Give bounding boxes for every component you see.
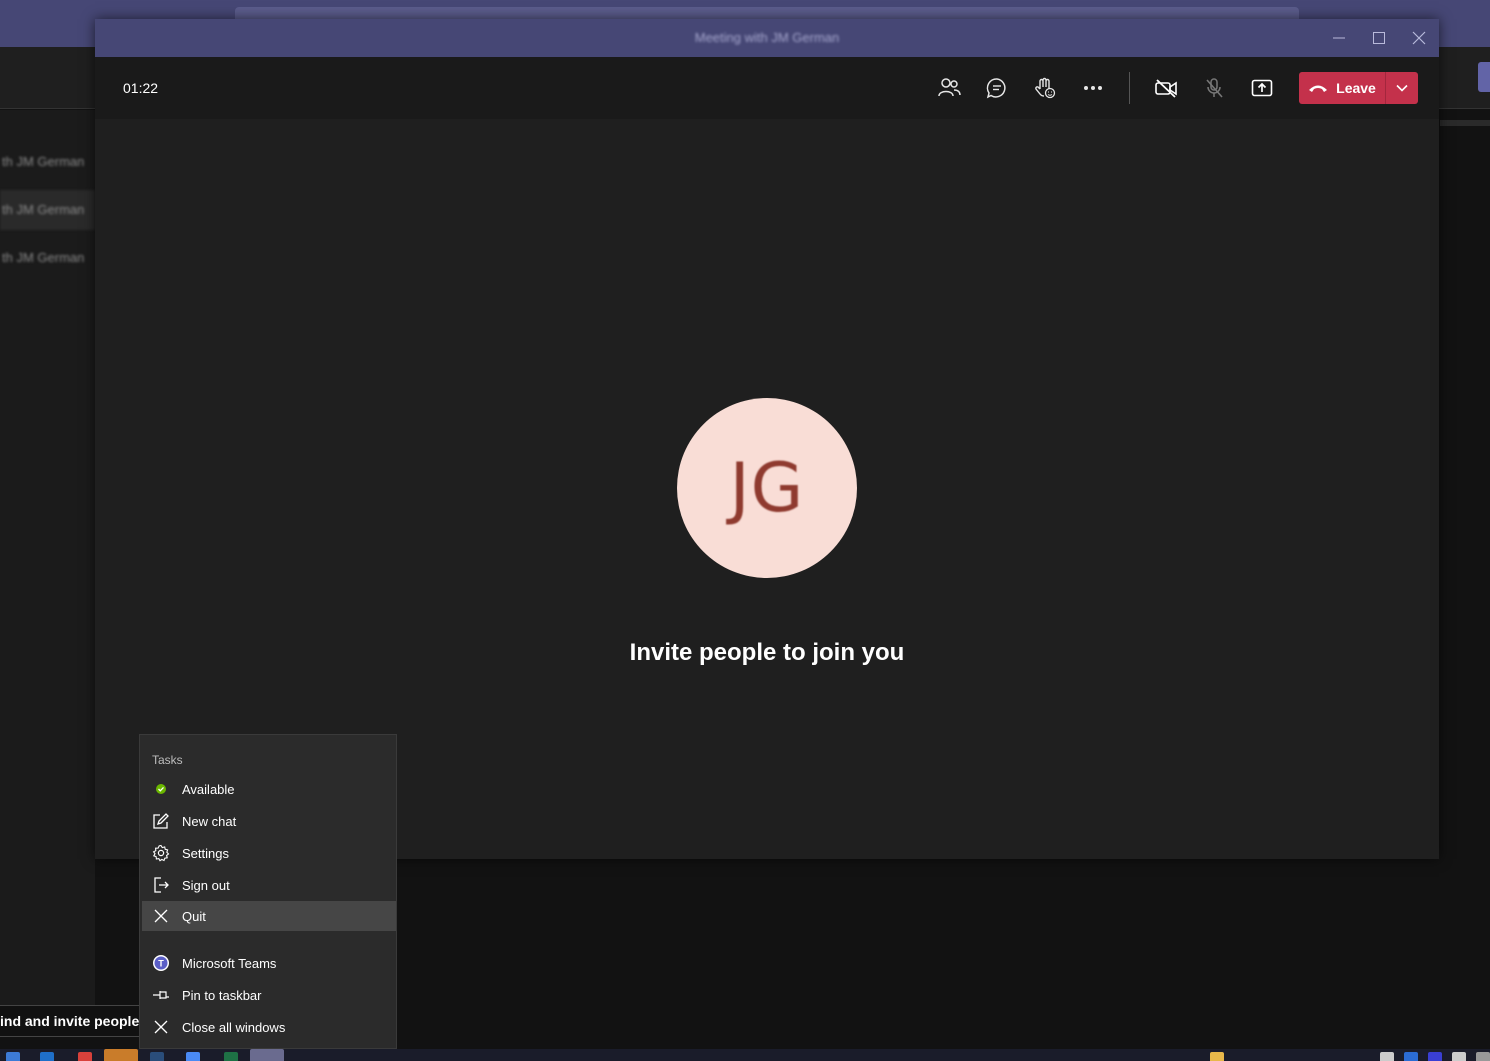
participant-avatar: JG: [677, 398, 857, 578]
avatar-initials: JG: [729, 448, 805, 528]
microphone-off-icon: [1206, 78, 1223, 98]
hand-icon: [1035, 77, 1056, 99]
jumplist-item-new-chat[interactable]: New chat: [142, 806, 396, 836]
raise-hand-button[interactable]: [1027, 70, 1063, 106]
camera-off-icon: [1155, 79, 1177, 98]
invite-heading: Invite people to join you: [629, 639, 905, 666]
jumplist-item-microsoft-teams[interactable]: T Microsoft Teams: [142, 948, 396, 978]
tray-icon[interactable]: [1452, 1052, 1466, 1061]
windows-taskbar: [0, 1049, 1490, 1061]
chat-list: th JM German th JM German th JM German: [0, 110, 95, 1005]
jumplist-item-label: Close all windows: [182, 1019, 286, 1035]
taskbar-app-icon[interactable]: [78, 1052, 92, 1061]
pin-icon: [142, 980, 180, 1010]
minimize-icon: [1333, 37, 1345, 39]
jumplist-item-available[interactable]: Available: [142, 774, 396, 804]
jumplist-item-pin-to-taskbar[interactable]: Pin to taskbar: [142, 980, 396, 1010]
leave-button[interactable]: Leave: [1299, 72, 1385, 104]
leave-options-button[interactable]: [1385, 72, 1418, 104]
jumplist-item-label: Pin to taskbar: [182, 987, 262, 1003]
meeting-title-bar: Meeting with JM German: [95, 19, 1439, 57]
jumplist-item-label: Sign out: [182, 877, 230, 893]
chat-list-item[interactable]: th JM German: [0, 238, 95, 278]
close-icon: [1412, 31, 1426, 45]
chat-button[interactable]: [979, 70, 1015, 106]
maximize-icon: [1373, 32, 1385, 44]
jumplist-item-sign-out[interactable]: Sign out: [142, 870, 396, 900]
participants-button[interactable]: [931, 70, 967, 106]
chat-icon: [986, 78, 1006, 99]
chevron-down-icon: [1396, 84, 1408, 92]
jumplist-item-close-all-windows[interactable]: Close all windows: [142, 1012, 396, 1042]
jumplist-item-label: New chat: [182, 813, 237, 829]
teams-icon: T: [142, 948, 180, 978]
taskbar-app-icon[interactable]: [224, 1052, 238, 1061]
taskbar-app-icon[interactable]: [40, 1052, 54, 1061]
jumplist-item-label: Microsoft Teams: [182, 955, 277, 971]
jumplist-item-label: Settings: [182, 845, 229, 861]
hang-up-icon: [1309, 85, 1328, 92]
call-timer: 01:22: [123, 80, 159, 96]
close-icon: [142, 901, 180, 931]
close-window-button[interactable]: [1399, 19, 1439, 57]
new-chat-icon: [142, 806, 180, 836]
chat-list-item[interactable]: th JM German: [0, 142, 95, 182]
chat-list-item[interactable]: th JM German: [0, 190, 95, 230]
svg-text:T: T: [158, 959, 164, 969]
meeting-toolbar: 01:22 Leave: [95, 57, 1439, 119]
meeting-window: Meeting with JM German 01:22 Leave JG In…: [95, 19, 1439, 859]
more-icon: [1084, 86, 1102, 90]
tray-icon[interactable]: [1428, 1052, 1442, 1061]
taskbar-jump-list: Tasks Available New chat Settings Sign o…: [139, 734, 397, 1049]
people-icon: [938, 78, 961, 97]
taskbar-app-icon[interactable]: [186, 1052, 200, 1061]
close-icon: [142, 1012, 180, 1042]
tray-icon[interactable]: [1476, 1052, 1490, 1061]
share-screen-button[interactable]: [1244, 70, 1280, 106]
jumplist-item-quit[interactable]: Quit: [142, 901, 396, 931]
more-actions-button[interactable]: [1075, 70, 1111, 106]
taskbar-teams-icon[interactable]: [250, 1049, 284, 1061]
jumplist-item-settings[interactable]: Settings: [142, 838, 396, 868]
available-status-icon: [142, 774, 180, 804]
jumplist-item-label: Quit: [182, 908, 206, 924]
side-panel-button[interactable]: [1478, 62, 1490, 92]
tasks-header: Tasks: [152, 753, 183, 767]
microphone-toggle-button[interactable]: [1196, 70, 1232, 106]
camera-toggle-button[interactable]: [1148, 70, 1184, 106]
taskbar-app-icon[interactable]: [104, 1049, 138, 1061]
toolbar-divider: [1129, 72, 1130, 104]
leave-button-label: Leave: [1336, 80, 1376, 96]
meeting-window-title: Meeting with JM German: [694, 30, 840, 45]
divider: [1440, 120, 1490, 126]
sign-out-icon: [142, 870, 180, 900]
tray-icon[interactable]: [1380, 1052, 1394, 1061]
maximize-button[interactable]: [1359, 19, 1399, 57]
taskbar-app-icon[interactable]: [150, 1052, 164, 1061]
gear-icon: [142, 838, 180, 868]
minimize-button[interactable]: [1319, 19, 1359, 57]
taskbar-app-icon[interactable]: [6, 1052, 20, 1061]
jumplist-item-label: Available: [182, 781, 235, 797]
share-screen-icon: [1251, 79, 1273, 97]
find-and-invite-people-button[interactable]: ind and invite people: [0, 1005, 139, 1037]
tray-icon[interactable]: [1404, 1052, 1418, 1061]
taskbar-weather-icon[interactable]: [1210, 1052, 1224, 1061]
